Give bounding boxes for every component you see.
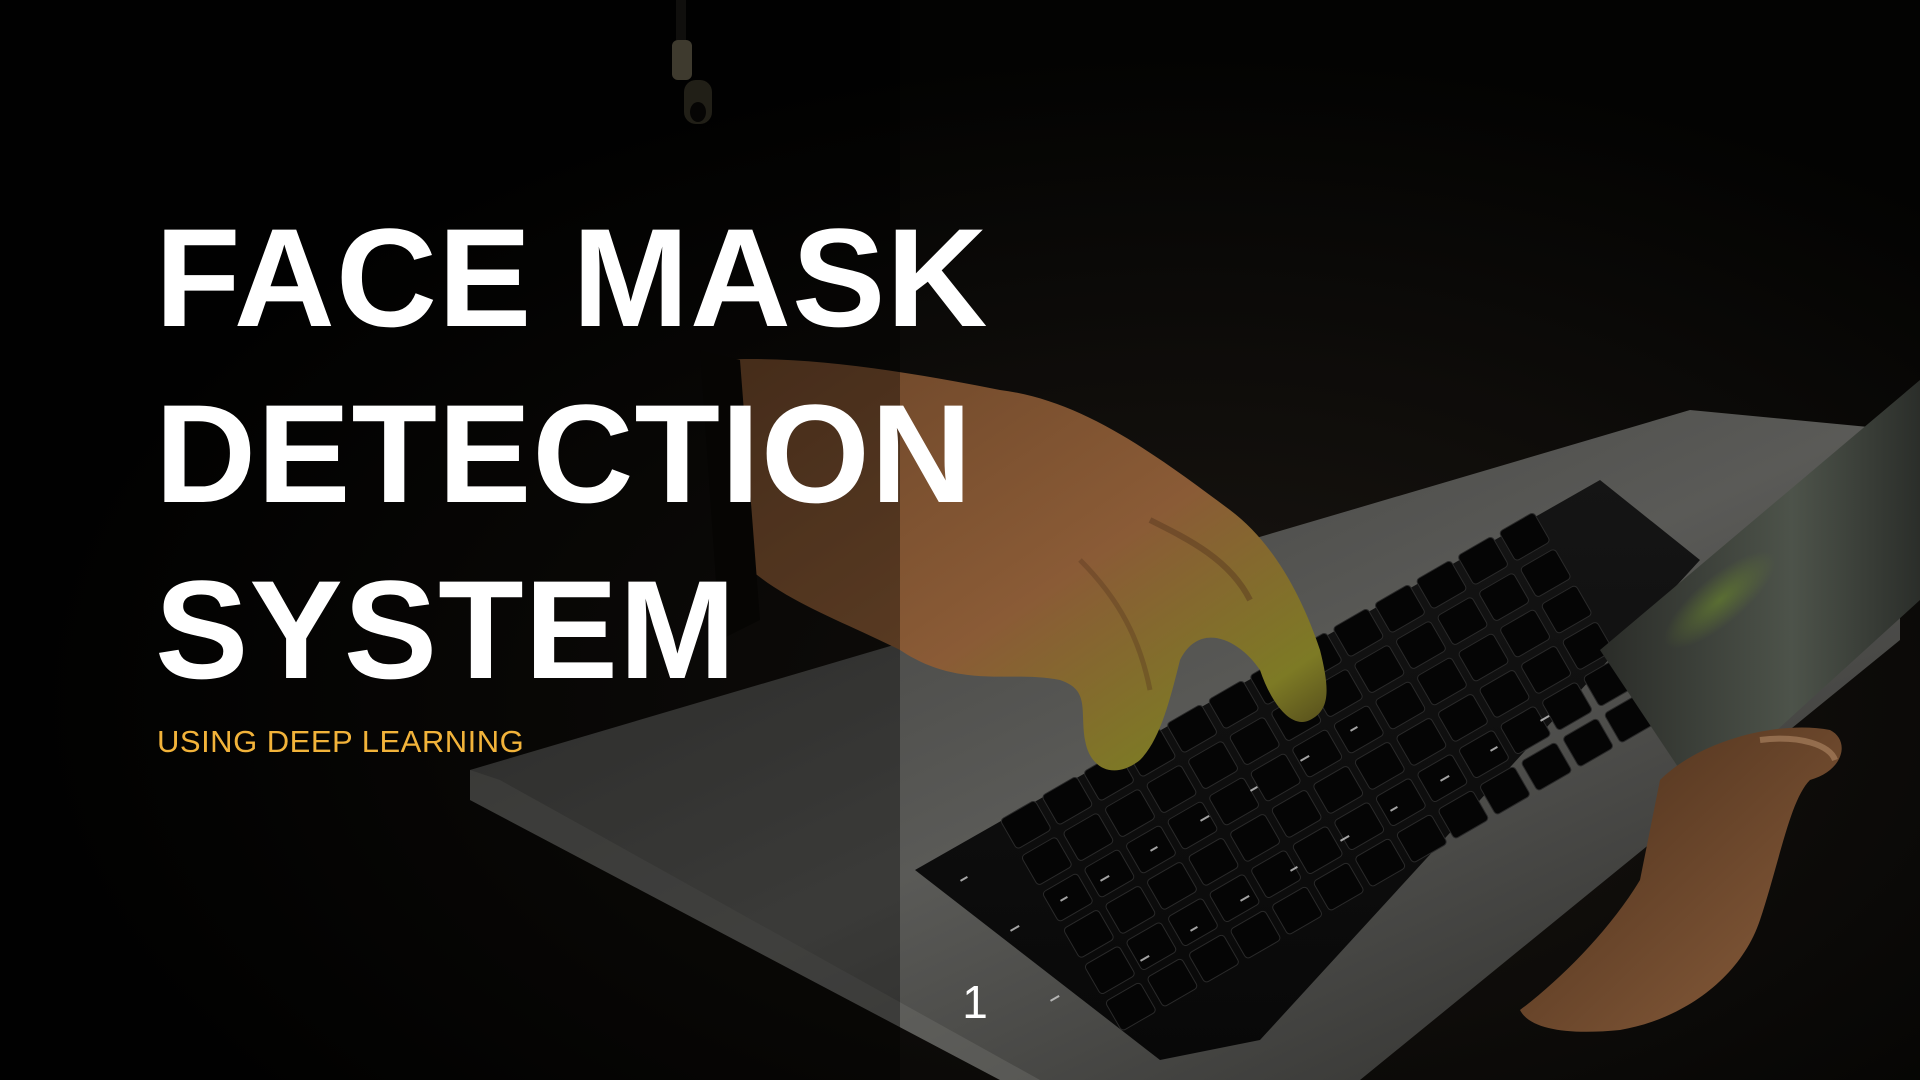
- slide-title: FACE MASK DETECTION SYSTEM: [155, 190, 988, 718]
- slide-number: 1: [962, 976, 988, 1028]
- title-slide: FACE MASK DETECTION SYSTEM USING DEEP LE…: [0, 0, 1920, 1080]
- title-line-3: SYSTEM: [155, 551, 737, 708]
- title-line-2: DETECTION: [155, 375, 973, 532]
- title-line-1: FACE MASK: [155, 199, 989, 356]
- slide-subtitle: USING DEEP LEARNING: [157, 724, 525, 759]
